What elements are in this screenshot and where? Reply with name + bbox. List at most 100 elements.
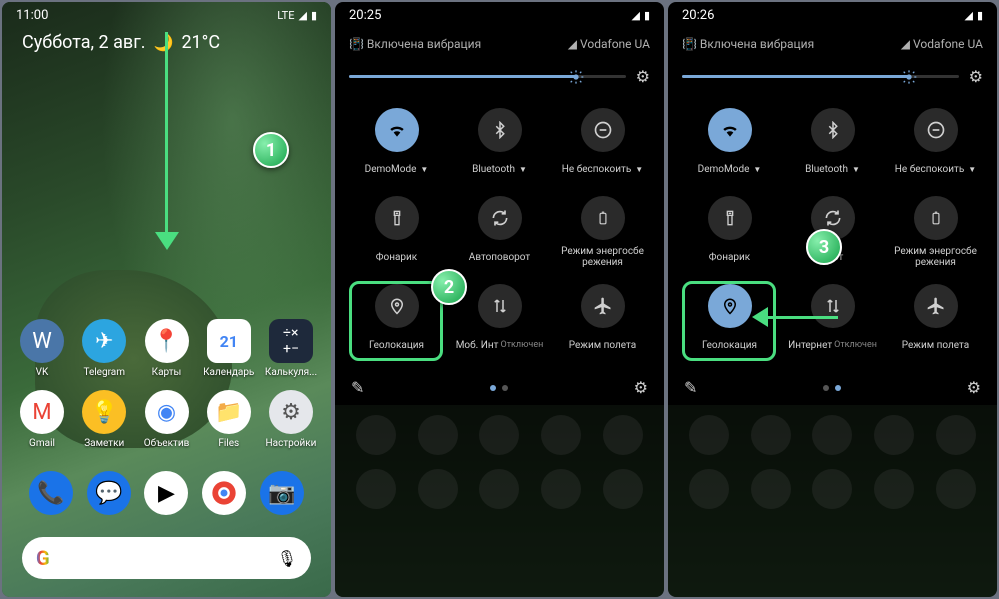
- app-chrome[interactable]: [202, 471, 246, 515]
- weather-temp: 21°C: [181, 32, 220, 53]
- signal-icon: ◢: [298, 9, 306, 22]
- weather-date: Суббота, 2 авг.: [22, 32, 146, 53]
- brightness-slider[interactable]: ⚙: [668, 59, 997, 94]
- app-files[interactable]: 📁Files: [201, 390, 257, 449]
- app-settings[interactable]: ⚙Настройки: [263, 390, 319, 449]
- tile-label: ИнтернетОтключен: [788, 334, 877, 356]
- tile-label: Не беспокоить▼: [895, 158, 976, 180]
- rotate-icon: [478, 196, 522, 240]
- battery-icon: ▮: [977, 9, 983, 22]
- tile-label: Режим полета: [902, 334, 969, 356]
- settings-icon[interactable]: ⚙: [634, 378, 648, 397]
- signal-icon: ◢: [631, 9, 639, 22]
- battery-icon: ▮: [311, 9, 317, 22]
- brightness-slider[interactable]: ⚙: [335, 59, 664, 94]
- dimmed-homescreen: [335, 405, 664, 597]
- vibration-status: 📳 Включена вибрация: [349, 37, 481, 51]
- wifi-icon: [375, 108, 419, 152]
- qs-tile-bluetooth[interactable]: Bluetooth▼: [452, 102, 547, 186]
- phone-qs-on: 20:26 ◢▮ 📳 Включена вибрация ◢ Vodafone …: [668, 2, 997, 597]
- dock: 📞 💬 ▶ 📷: [14, 461, 319, 529]
- battery-icon: ▮: [644, 9, 650, 22]
- battery-icon: [581, 196, 625, 240]
- step-badge-3: 3: [806, 229, 842, 265]
- tile-label: Фонарик: [376, 246, 417, 268]
- bluetooth-icon: [478, 108, 522, 152]
- app-camera[interactable]: 📷: [260, 471, 304, 515]
- step-badge-2: 2: [431, 269, 467, 305]
- tile-label: Bluetooth▼: [805, 158, 860, 180]
- arrow-to-location: [752, 307, 838, 327]
- airplane-icon: [581, 284, 625, 328]
- tile-label: DemoMode▼: [365, 158, 429, 180]
- app-lens[interactable]: ◉Объектив: [139, 390, 195, 449]
- tile-label: Режим энергосбе режения: [555, 246, 650, 268]
- carrier-label: ◢ Vodafone UA: [568, 37, 650, 51]
- qs-tile-dnd[interactable]: Не беспокоить▼: [555, 102, 650, 186]
- app-row-2: MGmail 💡Заметки ◉Объектив 📁Files ⚙Настро…: [14, 390, 319, 449]
- qs-tile-battery[interactable]: Режим энергосбе режения: [888, 190, 983, 274]
- flashlight-icon: [375, 196, 419, 240]
- qs-tile-flashlight[interactable]: Фонарик: [682, 190, 777, 274]
- edit-tiles-icon[interactable]: ✎: [684, 378, 697, 397]
- qs-tile-rotate[interactable]: Автоповорот: [452, 190, 547, 274]
- qs-tile-airplane[interactable]: Режим полета: [888, 278, 983, 362]
- edit-tiles-icon[interactable]: ✎: [351, 378, 364, 397]
- highlight-location: [349, 281, 443, 361]
- app-row-1: WVK ✈Telegram 📍Карты 21Календарь ÷×+−Кал…: [14, 319, 319, 378]
- signal-icon: ◢: [964, 9, 972, 22]
- page-indicator: [823, 385, 841, 391]
- vibration-status: 📳 Включена вибрация: [682, 37, 814, 51]
- weather-widget[interactable]: Суббота, 2 авг. 🌙 21°C: [22, 32, 220, 53]
- dimmed-homescreen: [668, 405, 997, 597]
- tile-label: Не беспокоить▼: [562, 158, 643, 180]
- wifi-icon: [708, 108, 752, 152]
- settings-gear-icon[interactable]: ⚙: [636, 67, 650, 86]
- app-calculator[interactable]: ÷×+−Калькуля...: [263, 319, 319, 378]
- network-label: LTE: [277, 9, 294, 22]
- dnd-icon: [914, 108, 958, 152]
- dnd-icon: [581, 108, 625, 152]
- clock: 20:25: [349, 8, 381, 23]
- app-gmail[interactable]: MGmail: [14, 390, 70, 449]
- google-logo: G: [36, 546, 50, 570]
- app-vk[interactable]: WVK: [14, 319, 70, 378]
- app-messages[interactable]: 💬: [87, 471, 131, 515]
- phone-qs-off: 20:25 ◢ ▮ 📳 Включена вибрация ◢ Vodafone …: [335, 2, 664, 597]
- qs-tile-dnd[interactable]: Не беспокоить▼: [888, 102, 983, 186]
- tile-label: Режим полета: [569, 334, 636, 356]
- data-icon: [478, 284, 522, 328]
- step-badge-1: 1: [253, 132, 289, 168]
- swipe-down-arrow: [155, 32, 179, 250]
- app-calendar[interactable]: 21Календарь: [201, 319, 257, 378]
- tile-label: DemoMode▼: [698, 158, 762, 180]
- app-play[interactable]: ▶: [144, 471, 188, 515]
- app-phone[interactable]: 📞: [29, 471, 73, 515]
- tile-label: Автоповорот: [469, 246, 530, 268]
- airplane-icon: [914, 284, 958, 328]
- status-bar: 20:26 ◢▮: [668, 2, 997, 29]
- tile-label: Bluetooth▼: [472, 158, 527, 180]
- phone-home: 11:00 LTE ◢ ▮ Суббота, 2 авг. 🌙 21°C 1 W…: [2, 2, 331, 597]
- tile-label: Моб. ИнтОтключен: [456, 334, 544, 356]
- qs-tile-battery[interactable]: Режим энергосбе режения: [555, 190, 650, 274]
- app-maps[interactable]: 📍Карты: [139, 319, 195, 378]
- battery-icon: [914, 196, 958, 240]
- assistant-icon[interactable]: 🎙: [277, 549, 297, 568]
- app-grid: WVK ✈Telegram 📍Карты 21Календарь ÷×+−Кал…: [2, 309, 331, 597]
- status-bar: 11:00 LTE ◢ ▮: [2, 2, 331, 29]
- google-search-bar[interactable]: G 🎙: [22, 537, 311, 579]
- qs-tile-wifi[interactable]: DemoMode▼: [349, 102, 444, 186]
- qs-tile-flashlight[interactable]: Фонарик: [349, 190, 444, 274]
- qs-tile-airplane[interactable]: Режим полета: [555, 278, 650, 362]
- qs-tile-bluetooth[interactable]: Bluetooth▼: [785, 102, 880, 186]
- app-telegram[interactable]: ✈Telegram: [76, 319, 132, 378]
- qs-tile-wifi[interactable]: DemoMode▼: [682, 102, 777, 186]
- page-indicator: [490, 385, 508, 391]
- clock: 11:00: [16, 8, 48, 23]
- tile-label: Режим энергосбе режения: [888, 246, 983, 268]
- settings-icon[interactable]: ⚙: [967, 378, 981, 397]
- bluetooth-icon: [811, 108, 855, 152]
- app-keep[interactable]: 💡Заметки: [76, 390, 132, 449]
- settings-gear-icon[interactable]: ⚙: [969, 67, 983, 86]
